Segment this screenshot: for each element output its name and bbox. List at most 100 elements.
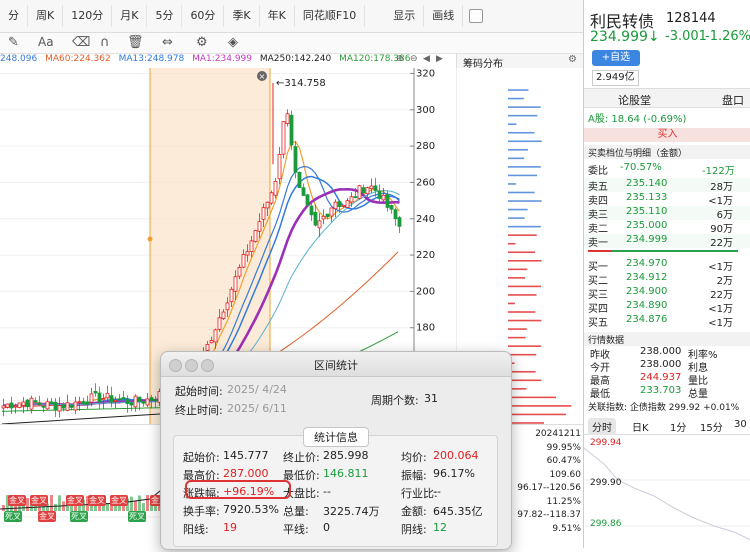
chip-bar (508, 285, 542, 288)
range-handle[interactable] (147, 236, 153, 242)
zoom-out-icon[interactable]: ⊖ (410, 54, 418, 64)
arrow-right-icon[interactable]: ▶ (436, 54, 443, 64)
candle-body (113, 399, 118, 402)
candle-body (369, 185, 374, 190)
orderbook-sell-row[interactable]: 卖五 235.140 28万 (584, 178, 750, 193)
tab-forum[interactable]: 论股堂 (618, 92, 651, 108)
candle-body (29, 397, 34, 410)
end-time-value[interactable]: 2025/ 6/11 (227, 402, 287, 415)
candle-body (257, 221, 262, 232)
stat-label: 阴线: (401, 523, 427, 536)
orderbook-buy-row[interactable]: 买五 234.876 <1万 (584, 314, 750, 329)
orderbook-sell-row[interactable]: 卖四 235.133 <1万 (584, 192, 750, 207)
ma-legend-item: MA60:224.362 (45, 54, 111, 64)
candle-body (293, 146, 298, 173)
chip-bar (508, 311, 536, 313)
stat-label: 阳线: (183, 523, 209, 536)
settings-icon[interactable]: ⚙ (196, 35, 208, 50)
chart-tab[interactable]: 1分 (666, 418, 690, 435)
buy-button[interactable]: 买入 (584, 128, 750, 142)
toolbar-checkbox[interactable] (469, 9, 484, 23)
candle-body (333, 201, 338, 210)
level-volume: <1万 (708, 304, 733, 315)
stat-value: 200.064 (433, 449, 479, 462)
level-price: 234.876 (626, 314, 668, 325)
ma-legend-item: MA1:234.999 (192, 54, 252, 64)
orderbook-sell-row[interactable]: 卖三 235.110 6万 (584, 206, 750, 221)
chip-bar (508, 157, 525, 160)
orderbook-sell-row[interactable]: 卖二 235.000 90万 (584, 220, 750, 235)
toolbar-item[interactable]: 显示 (385, 5, 425, 27)
text-icon[interactable]: Aa (38, 35, 54, 49)
weibi-label: 委比 (588, 166, 608, 177)
chart-tab[interactable]: 日K (628, 418, 653, 435)
candle-body (93, 390, 98, 394)
layers-icon[interactable]: ◈ (228, 35, 238, 50)
toolbar-item[interactable]: 年K (260, 5, 295, 27)
toolbar-item[interactable]: 周K (28, 5, 64, 27)
candle-body (393, 209, 398, 220)
indicator-value: 60.47% (546, 456, 581, 466)
toolbar-item[interactable]: 分 (0, 5, 28, 27)
ma-legend: 248.096 MA60:224.362 MA13:248.978 MA1:23… (0, 54, 455, 68)
chart-tab[interactable]: 30 (730, 418, 750, 431)
market-data-row: 昨收 238.000 利率% (584, 346, 750, 361)
magnet-icon[interactable]: ∩ (100, 35, 110, 50)
candle-body (49, 401, 54, 404)
market-value: 233.703 (640, 385, 682, 396)
orderbook-buy-row[interactable]: 买二 234.912 2万 (584, 272, 750, 287)
candle-body (321, 215, 326, 220)
stats-tab[interactable]: 统计信息 (303, 427, 369, 447)
level-label: 卖三 (588, 210, 608, 221)
toolbar-item[interactable]: 同花顺F10 (295, 5, 366, 27)
zoom-in-icon[interactable]: ⊕ (396, 54, 404, 64)
orderbook-buy-row[interactable]: 买一 234.970 <1万 (584, 258, 750, 273)
candle-body (345, 200, 350, 208)
move-icon[interactable]: ⇔ (162, 35, 173, 50)
level-label: 卖一 (588, 238, 608, 249)
candle-body (225, 302, 230, 311)
highlight-circle (185, 480, 291, 499)
chart-tab[interactable]: 15分 (696, 418, 727, 435)
candle-body (57, 405, 62, 412)
toolbar-item[interactable]: 季K (224, 5, 260, 27)
y-tick-label: 260 (416, 177, 435, 188)
period-count-value: 31 (424, 392, 438, 405)
candle-body (349, 196, 354, 203)
toolbar-item[interactable]: 120分 (63, 5, 113, 27)
toolbar-item[interactable]: 60分 (182, 5, 225, 27)
chip-bar (508, 131, 535, 134)
pen-icon[interactable]: ✎ (8, 35, 19, 50)
arrow-left-icon[interactable]: ◀ (423, 54, 430, 64)
chip-bar (508, 242, 516, 245)
chip-bar (508, 396, 556, 399)
toolbar-item[interactable]: 月K (112, 5, 148, 27)
chip-bar (508, 208, 528, 211)
add-watchlist-button[interactable]: +自选 (592, 50, 640, 66)
level-label: 买一 (588, 262, 608, 273)
candle-body (237, 267, 242, 277)
close-icon[interactable]: × (257, 71, 267, 81)
chip-bar (508, 174, 538, 177)
candle-body (213, 329, 218, 343)
eraser-icon[interactable]: ⌫ (72, 35, 90, 50)
toolbar-item[interactable]: 5分 (147, 5, 183, 27)
gear-icon[interactable]: ⚙ (568, 54, 577, 65)
level-label: 买四 (588, 304, 608, 315)
orderbook-buy-row[interactable]: 买三 234.900 22万 (584, 286, 750, 301)
ma-legend-item: 248.096 (0, 54, 38, 64)
tab-orderbook[interactable]: 盘口 (722, 92, 744, 108)
orderbook-buy-row[interactable]: 买四 234.890 <1万 (584, 300, 750, 315)
chip-bar (508, 123, 517, 125)
dialog-title: 区间统计 (314, 359, 358, 372)
candle-body (221, 311, 226, 319)
trash-icon[interactable]: 🗑 (127, 35, 144, 50)
y-tick-label: 180 (416, 323, 435, 334)
orderbook-sell-row[interactable]: 卖一 234.999 22万 (584, 234, 750, 249)
start-time-value[interactable]: 2025/ 4/24 (227, 383, 287, 396)
chart-tab[interactable]: 分时 (588, 418, 616, 435)
level-volume: 22万 (710, 238, 733, 249)
toolbar-item[interactable]: 画线 (424, 5, 464, 27)
market-data-title: 行情数据 (588, 336, 625, 346)
dialog-titlebar: 区间统计 (161, 352, 511, 377)
